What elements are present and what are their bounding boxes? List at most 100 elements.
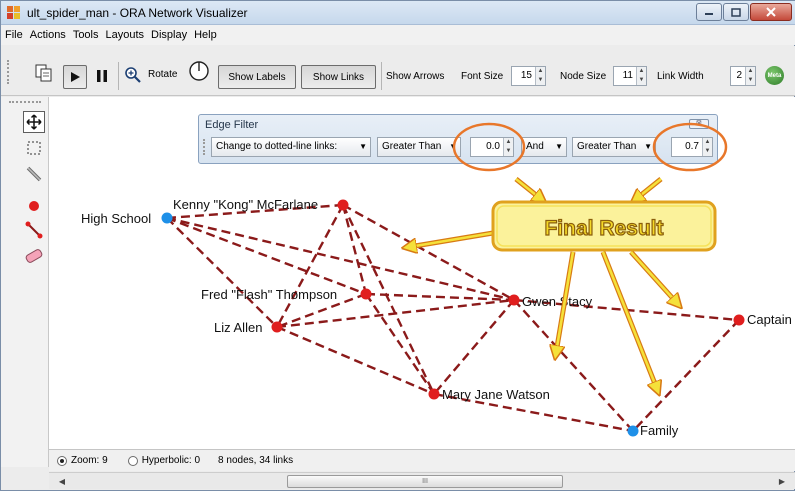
graph-link[interactable] xyxy=(342,203,515,302)
toolbar-grip[interactable] xyxy=(7,60,11,84)
edge-filter-grip[interactable] xyxy=(203,139,206,155)
palette-grip[interactable] xyxy=(9,101,41,105)
add-node-tool[interactable] xyxy=(23,195,45,217)
node-size-value[interactable]: 11 xyxy=(614,67,636,85)
font-size-value[interactable]: 15 xyxy=(512,67,535,85)
spinner-down-icon[interactable]: ▼ xyxy=(504,147,513,156)
play-button[interactable] xyxy=(63,65,87,89)
graph-link[interactable] xyxy=(341,204,436,395)
graph-link[interactable] xyxy=(166,216,367,296)
edge-filter-action-value: Change to dotted-line links: xyxy=(216,141,338,152)
menu-help[interactable]: Help xyxy=(194,29,217,41)
close-icon xyxy=(766,7,776,17)
pause-button[interactable] xyxy=(91,65,113,87)
condition1-select[interactable]: Greater Than ▼ xyxy=(377,137,461,157)
eraser-tool[interactable] xyxy=(23,245,45,267)
menu-display[interactable]: Display xyxy=(151,29,187,41)
spinner-up-icon[interactable]: ▲ xyxy=(536,67,545,76)
rotate-label: Rotate xyxy=(148,69,178,80)
graph-link[interactable] xyxy=(276,325,435,396)
graph-node-captain[interactable] xyxy=(733,314,745,326)
spinner-up-icon[interactable]: ▲ xyxy=(637,67,646,76)
hyperbolic-radio[interactable]: Hyperbolic: 0 xyxy=(127,455,200,466)
network-summary: 8 nodes, 34 links xyxy=(218,455,294,466)
copy-icon xyxy=(35,64,52,82)
title-bar: ult_spider_man - ORA Network Visualizer xyxy=(1,1,795,25)
spinner-up-icon[interactable]: ▲ xyxy=(746,67,755,76)
graph-link[interactable] xyxy=(166,217,278,328)
graph-node-liz[interactable] xyxy=(271,321,283,333)
meta-button[interactable]: Meta xyxy=(765,66,784,85)
value2-spinner[interactable]: 0.7 ▲ ▼ xyxy=(671,137,713,157)
graph-node-high-school[interactable] xyxy=(161,212,173,224)
graph-node-family[interactable] xyxy=(627,425,639,437)
zoom-status: Zoom: 9 xyxy=(71,455,108,466)
show-arrows-button[interactable]: Show Arrows xyxy=(386,71,444,82)
join-select[interactable]: And ▼ xyxy=(521,137,567,157)
graph-node-label: Family xyxy=(640,423,679,438)
edge-filter-close-button[interactable]: ⊠ xyxy=(689,119,709,129)
pen-tool[interactable] xyxy=(23,163,45,185)
graph-link[interactable] xyxy=(433,299,515,395)
spinner-up-icon[interactable]: ▲ xyxy=(703,138,712,147)
play-icon xyxy=(71,72,80,82)
zoom-button[interactable] xyxy=(123,64,143,86)
node-dot-icon xyxy=(29,201,39,211)
graph-link[interactable] xyxy=(341,204,368,295)
value1-spinner[interactable]: 0.0 ▲ ▼ xyxy=(470,137,514,157)
node-size-label: Node Size xyxy=(560,71,607,82)
menu-actions[interactable]: Actions xyxy=(30,29,66,41)
spinner-down-icon[interactable]: ▼ xyxy=(536,76,545,85)
condition1-value: Greater Than xyxy=(382,141,442,152)
zoom-in-icon xyxy=(125,67,141,83)
menu-tools[interactable]: Tools xyxy=(73,29,99,41)
menu-file[interactable]: File xyxy=(5,29,23,41)
maximize-button[interactable] xyxy=(723,3,749,21)
menu-layouts[interactable]: Layouts xyxy=(106,29,145,41)
menu-bar: File Actions Tools Layouts Display Help xyxy=(1,25,795,45)
condition2-select[interactable]: Greater Than ▼ xyxy=(572,137,656,157)
show-links-button[interactable]: Show Links xyxy=(301,65,376,89)
zoom-radio[interactable]: Zoom: 9 xyxy=(57,455,108,466)
scrollbar-thumb[interactable]: III xyxy=(287,475,563,488)
value2-field[interactable]: 0.7 xyxy=(672,138,702,156)
add-link-tool[interactable] xyxy=(23,219,45,241)
link-width-spinner[interactable]: 2 ▲ ▼ xyxy=(730,66,756,86)
show-labels-button[interactable]: Show Labels xyxy=(218,65,296,89)
edge-filter-action-select[interactable]: Change to dotted-line links: ▼ xyxy=(211,137,371,157)
graph-link[interactable] xyxy=(632,319,740,432)
graph-node-label: Mary Jane Watson xyxy=(442,387,550,402)
graph-node-gwen[interactable] xyxy=(508,294,520,306)
spinner-up-icon[interactable]: ▲ xyxy=(504,138,513,147)
minimize-button[interactable] xyxy=(696,3,722,21)
select-tool[interactable] xyxy=(23,137,45,159)
link-width-label: Link Width xyxy=(657,71,704,82)
rotate-dial[interactable] xyxy=(187,60,211,82)
copy-button[interactable] xyxy=(31,62,57,84)
graph-link[interactable] xyxy=(275,204,345,328)
horizontal-scrollbar[interactable]: ◀ III ▶ xyxy=(49,472,795,489)
graph-node-mj[interactable] xyxy=(428,388,440,400)
move-arrows-icon xyxy=(26,114,42,130)
font-size-spinner[interactable]: 15 ▲ ▼ xyxy=(511,66,546,86)
minimize-icon xyxy=(705,13,713,15)
close-button[interactable] xyxy=(750,3,792,21)
node-size-spinner[interactable]: 11 ▲ ▼ xyxy=(613,66,647,86)
graph-node-label: Liz Allen xyxy=(214,320,262,335)
spinner-down-icon[interactable]: ▼ xyxy=(746,76,755,85)
move-tool[interactable] xyxy=(23,111,45,133)
chevron-down-icon: ▼ xyxy=(644,142,652,151)
scroll-right-icon[interactable]: ▶ xyxy=(775,475,789,488)
condition2-value: Greater Than xyxy=(577,141,637,152)
value1-field[interactable]: 0.0 xyxy=(471,138,503,156)
scroll-left-icon[interactable]: ◀ xyxy=(55,475,69,488)
graph-node-flash[interactable] xyxy=(360,288,372,300)
radio-unselected-icon xyxy=(127,455,138,466)
spinner-down-icon[interactable]: ▼ xyxy=(637,76,646,85)
graph-node-kenny[interactable] xyxy=(337,199,349,211)
tool-palette xyxy=(1,97,49,467)
link-icon xyxy=(25,221,43,239)
graph-node-label: Gwen Stacy xyxy=(522,294,593,309)
link-width-value[interactable]: 2 xyxy=(731,67,745,85)
spinner-down-icon[interactable]: ▼ xyxy=(703,147,712,156)
